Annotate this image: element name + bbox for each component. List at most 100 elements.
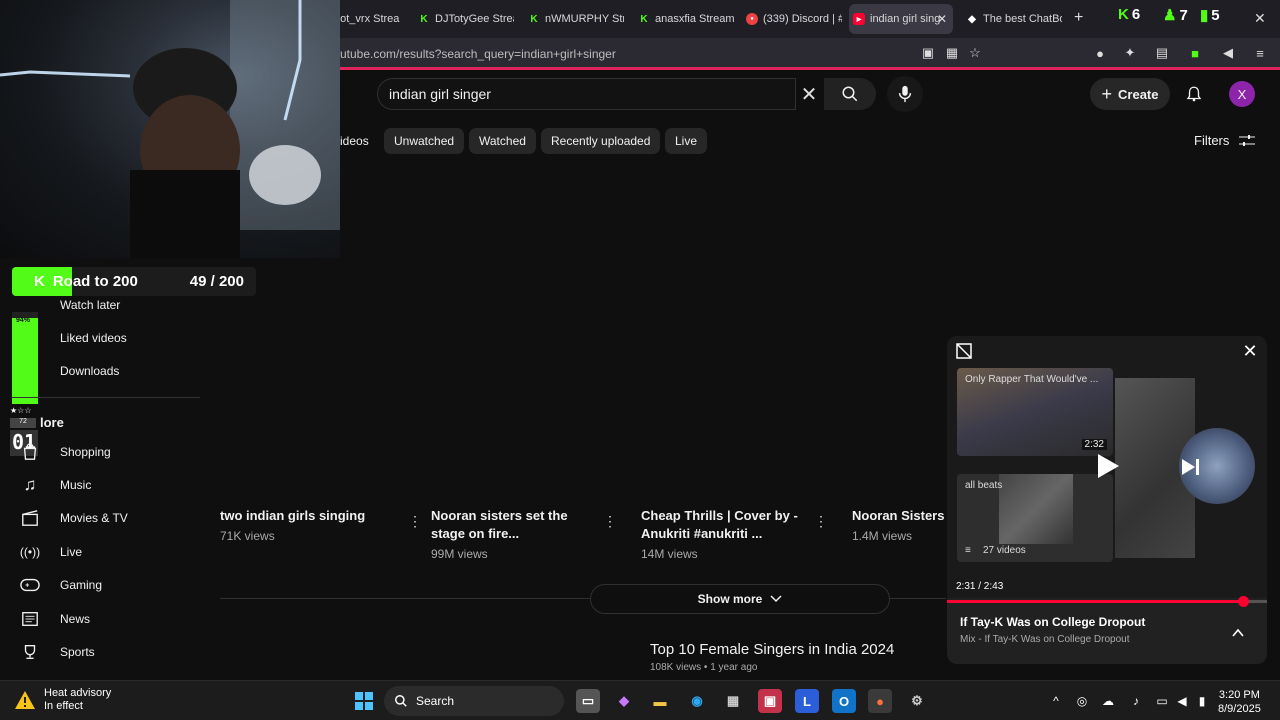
tray-app-icon[interactable]: ◎: [1074, 693, 1090, 709]
bookmark-star-icon[interactable]: ☆: [967, 45, 983, 61]
chatbot-icon: ◆: [968, 13, 976, 25]
chip-recently-uploaded[interactable]: Recently uploaded: [541, 128, 661, 154]
tab-djtotygee[interactable]: K DJTotyGee Strea: [414, 4, 514, 34]
extension-b-icon[interactable]: ●: [1092, 45, 1108, 61]
taskbar-search[interactable]: Search: [384, 686, 564, 716]
weather-widget[interactable]: Heat advisory In effect: [14, 687, 111, 713]
video-title[interactable]: Nooran sisters set the stage on fire...: [431, 507, 591, 543]
user-icon: ♟: [1163, 7, 1177, 24]
video-title[interactable]: Nooran Sisters !: [852, 507, 947, 525]
video-title[interactable]: Cheap Thrills | Cover by - Anukriti #anu…: [641, 507, 806, 543]
screenshot-icon[interactable]: ▣: [920, 45, 936, 61]
layout-icon[interactable]: ▤: [1154, 45, 1170, 61]
sidebar-item-movies-tv[interactable]: Movies & TV: [20, 501, 128, 534]
video-title[interactable]: Top 10 Female Singers in India 2024: [650, 641, 894, 658]
firefox-icon[interactable]: ●: [868, 689, 892, 713]
clapperboard-icon: [20, 508, 40, 528]
more-options-icon[interactable]: ⋮: [408, 513, 422, 530]
show-more-button[interactable]: Show more: [590, 584, 890, 614]
windows-start-icon[interactable]: [352, 689, 376, 713]
sidebar-item-shopping[interactable]: Shopping: [20, 435, 111, 468]
play-icon[interactable]: [1092, 451, 1122, 481]
miniplayer-video[interactable]: Only Rapper That Would've ... 2:32 all b…: [947, 336, 1267, 598]
filters-button[interactable]: Filters: [1194, 133, 1256, 148]
sidebar-item-label: Watch later: [60, 297, 121, 312]
store-icon[interactable]: ▦: [721, 689, 745, 713]
file-explorer-icon[interactable]: ▬: [648, 689, 672, 713]
news-icon: [20, 609, 40, 629]
counter-value: 6: [1131, 6, 1141, 23]
volume-icon[interactable]: ◀: [1174, 693, 1190, 709]
clear-search-icon[interactable]: ✕: [797, 82, 821, 106]
copilot-icon[interactable]: ◆: [612, 689, 636, 713]
chip-watched[interactable]: Watched: [469, 128, 536, 154]
close-miniplayer-icon[interactable]: ✕: [1241, 341, 1259, 361]
video-card[interactable]: two indian girls singing 71K views ⋮: [220, 507, 422, 543]
network-icon[interactable]: ▭: [1154, 693, 1170, 709]
search-input[interactable]: indian girl singer: [389, 86, 491, 102]
sidebar-item-label: Music: [60, 477, 92, 492]
onedrive-icon[interactable]: ☁: [1100, 693, 1116, 709]
menu-icon[interactable]: ≡: [1252, 45, 1268, 61]
chevron-up-icon[interactable]: [1231, 626, 1245, 640]
extension-green-icon[interactable]: ■: [1187, 45, 1203, 61]
chip-unwatched[interactable]: Unwatched: [384, 128, 465, 154]
gamepad-icon: [20, 575, 40, 595]
voice-search-button[interactable]: [887, 76, 923, 112]
search-button[interactable]: [824, 78, 876, 110]
sidebar-item-label: Gaming: [60, 577, 103, 592]
sidebar-item-sports[interactable]: Sports: [20, 635, 95, 668]
task-view-icon[interactable]: ▭: [576, 689, 600, 713]
sidebar-item-news[interactable]: News: [20, 602, 90, 635]
avatar[interactable]: X: [1229, 81, 1255, 107]
tab-anasxfia[interactable]: K anasxfia Stream: [634, 4, 734, 34]
battery-icon[interactable]: ▮: [1194, 693, 1210, 709]
edge-icon[interactable]: ◉: [685, 689, 709, 713]
close-tab-icon[interactable]: ✕: [937, 12, 947, 26]
speaker-icon[interactable]: ◀: [1220, 45, 1236, 61]
sidebar-item-music[interactable]: ♫ Music: [20, 468, 92, 501]
settings-gear-icon[interactable]: ⚙: [905, 689, 929, 713]
video-card[interactable]: Cheap Thrills | Cover by - Anukriti #anu…: [641, 507, 828, 561]
tab-chatbot[interactable]: ◆ The best ChatBo: [962, 4, 1062, 34]
url-text[interactable]: utube.com/results?search_query=indian+gi…: [340, 47, 616, 61]
video-title[interactable]: two indian girls singing: [220, 507, 410, 525]
system-clock[interactable]: 3:20 PM 8/9/2025: [1218, 688, 1261, 716]
video-card[interactable]: Nooran sisters set the stage on fire... …: [431, 507, 617, 561]
tab-nwmurphy[interactable]: K nWMURPHY Stre: [524, 4, 624, 34]
more-options-icon[interactable]: ⋮: [814, 513, 828, 530]
create-button[interactable]: + Create: [1090, 78, 1170, 110]
up-next-card[interactable]: Only Rapper That Would've ... 2:32: [957, 368, 1113, 456]
sidebar-item-liked-videos[interactable]: Liked videos: [20, 321, 127, 354]
grid-icon[interactable]: ▦: [944, 45, 960, 61]
progress-bar[interactable]: [947, 596, 1267, 607]
tab-youtube-active[interactable]: ▶ indian girl sing ✕: [849, 4, 953, 34]
tray-chevron-up-icon[interactable]: ^: [1048, 693, 1064, 709]
webcam-feed: [0, 0, 340, 258]
app-red-icon[interactable]: ▣: [758, 689, 782, 713]
now-playing-title[interactable]: If Tay-K Was on College Dropout: [960, 615, 1145, 629]
puzzle-icon[interactable]: ✦: [1122, 45, 1138, 61]
new-tab-button[interactable]: +: [1074, 9, 1083, 27]
scrubber-handle[interactable]: [1238, 596, 1250, 607]
tab-discord[interactable]: ● (339) Discord | #: [742, 4, 842, 34]
sidebar-item-live[interactable]: ((•)) Live: [20, 535, 82, 568]
outlook-icon[interactable]: O: [832, 689, 856, 713]
miniplayer[interactable]: Only Rapper That Would've ... 2:32 all b…: [947, 336, 1267, 664]
skip-next-icon[interactable]: [1179, 456, 1201, 478]
chip-live[interactable]: Live: [665, 128, 708, 154]
playlist-card[interactable]: all beats ≡ 27 videos: [957, 474, 1113, 562]
app-l-icon[interactable]: L: [795, 689, 819, 713]
search-icon: [395, 695, 407, 707]
video-card[interactable]: Nooran Sisters ! 1.4M views: [852, 507, 947, 543]
sidebar-item-downloads[interactable]: Downloads: [20, 354, 119, 387]
sidebar-item-watch-later[interactable]: Watch later: [20, 288, 120, 321]
expand-icon[interactable]: [955, 342, 973, 360]
window-close-icon[interactable]: ✕: [1254, 10, 1266, 27]
video-views: 71K views: [220, 529, 275, 543]
notifications-button[interactable]: [1182, 82, 1206, 106]
more-options-icon[interactable]: ⋮: [603, 513, 617, 530]
tray-microphone-icon[interactable]: ♪: [1128, 693, 1144, 709]
sidebar-item-gaming[interactable]: Gaming: [20, 568, 102, 601]
tab-not-vrx[interactable]: not_vrx Strea: [330, 4, 410, 34]
